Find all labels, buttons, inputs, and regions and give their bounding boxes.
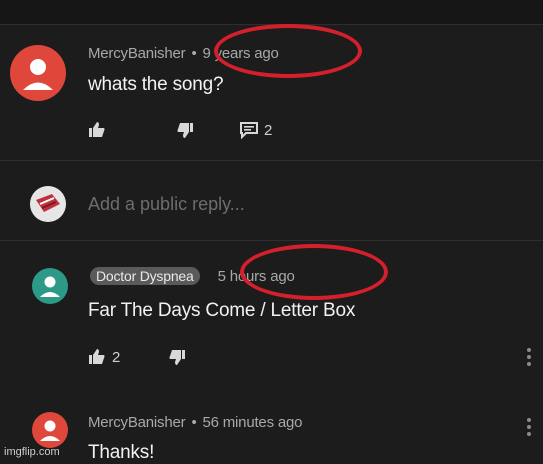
- comment-age[interactable]: 5 hours ago: [218, 268, 295, 285]
- comment-age[interactable]: 56 minutes ago: [203, 414, 303, 431]
- comment-text: Far The Days Come / Letter Box: [88, 300, 356, 321]
- avatar[interactable]: [10, 45, 66, 101]
- like-count: 2: [112, 348, 121, 366]
- avatar[interactable]: [32, 268, 68, 304]
- comment-meta: MercyBanisher • 56 minutes ago: [88, 414, 302, 431]
- comment-actions: 2: [88, 119, 272, 141]
- author-name-chip[interactable]: Doctor Dyspnea: [90, 267, 200, 285]
- more-icon[interactable]: [527, 418, 531, 439]
- divider: [0, 240, 543, 241]
- avatar[interactable]: [32, 412, 68, 448]
- user-icon: [40, 276, 60, 297]
- author-name[interactable]: MercyBanisher: [88, 414, 186, 431]
- author-name[interactable]: MercyBanisher: [88, 45, 186, 62]
- profile-picture: [30, 186, 66, 222]
- divider: [0, 160, 543, 161]
- comment-text: Thanks!: [88, 442, 155, 463]
- reply-icon[interactable]: [240, 121, 258, 139]
- own-avatar[interactable]: [30, 186, 66, 222]
- separator-dot: •: [191, 414, 197, 431]
- add-reply-input[interactable]: Add a public reply...: [88, 194, 245, 215]
- comment-text: whats the song?: [88, 74, 224, 95]
- watermark: imgflip.com: [4, 446, 60, 458]
- like-icon[interactable]: [88, 348, 106, 366]
- like-icon[interactable]: [88, 121, 106, 139]
- separator-dot: •: [191, 45, 197, 62]
- divider: [0, 24, 543, 25]
- top-bar: [0, 0, 543, 24]
- dislike-icon[interactable]: [176, 121, 194, 139]
- comment-meta: Doctor Dyspnea 5 hours ago: [90, 267, 295, 285]
- comment-age[interactable]: 9 years ago: [203, 45, 279, 62]
- reply-count[interactable]: 2: [264, 122, 272, 139]
- comment-actions: 2: [88, 346, 186, 368]
- user-icon: [40, 420, 60, 441]
- user-icon: [23, 59, 53, 90]
- comment-meta: MercyBanisher • 9 years ago: [88, 45, 279, 62]
- more-icon[interactable]: [527, 348, 531, 369]
- dislike-icon[interactable]: [168, 348, 186, 366]
